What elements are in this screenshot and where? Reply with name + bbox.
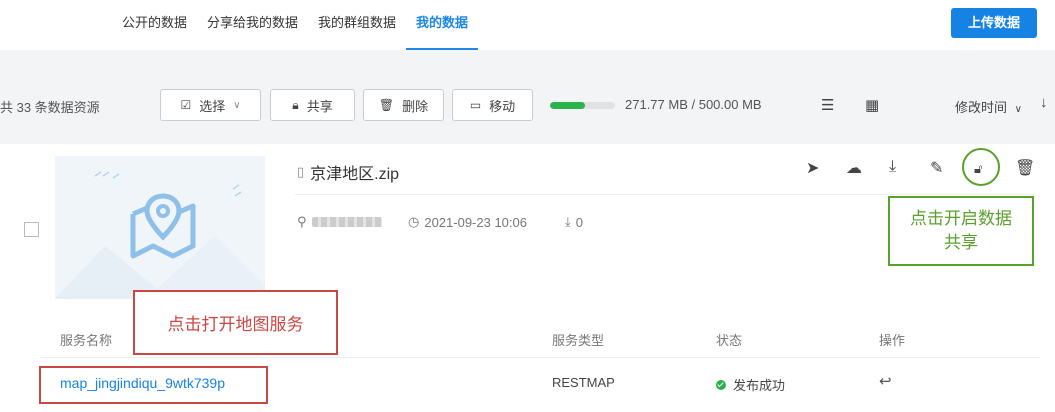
item-checkbox[interactable] bbox=[24, 222, 39, 237]
owner-name-redacted bbox=[311, 217, 382, 227]
storage-usage-text: 271.77 MB / 500.00 MB bbox=[625, 97, 762, 112]
table-divider bbox=[40, 357, 1040, 358]
select-label: 选择 bbox=[199, 98, 226, 114]
delete-button[interactable]: 🗑︎ 删除 bbox=[363, 89, 444, 121]
storage-usage-fill bbox=[550, 102, 586, 109]
open-map-annotation-note: 点击打开地图服务 bbox=[133, 290, 338, 355]
clock-icon: ◷ bbox=[408, 214, 420, 229]
grid-view-icon[interactable]: ▦ bbox=[865, 96, 879, 114]
lock-icon: 🔒︎ bbox=[292, 97, 299, 112]
sort-dropdown[interactable]: 修改时间 ∨ bbox=[955, 97, 1022, 116]
cloud-publish-icon[interactable]: ☁ bbox=[846, 158, 862, 178]
toolbar: 共 33 条数据资源 ☑ 选择 ∨ 🔒︎ 共享 🗑︎ 删除 ▭ 移动 271.7… bbox=[0, 80, 1055, 130]
move-button[interactable]: ▭ 移动 bbox=[452, 89, 533, 121]
share-button[interactable]: 🔒︎ 共享 bbox=[270, 89, 355, 121]
top-navigation-bar: 公开的数据 分享给我的数据 我的群组数据 我的数据 上传数据 bbox=[0, 0, 1055, 50]
trash-icon[interactable]: 🗑︎ bbox=[1015, 158, 1035, 178]
share-label: 共享 bbox=[306, 98, 333, 114]
edit-icon[interactable]: ✎ bbox=[930, 158, 943, 178]
download-count-icon: ⤓ bbox=[565, 214, 571, 229]
file-icon: ▯ bbox=[297, 164, 305, 179]
service-link-highlight bbox=[39, 366, 268, 404]
column-header-service-type: 服务类型 bbox=[552, 333, 605, 348]
download-count: ⤓ 0 bbox=[565, 214, 583, 230]
status-text: 发布成功 bbox=[733, 378, 786, 393]
send-icon[interactable]: ➤ bbox=[806, 158, 819, 178]
share-icon-highlight bbox=[962, 148, 1000, 186]
share-note-line1: 点击开启数据 bbox=[910, 209, 1012, 228]
tab-shared-with-me[interactable]: 分享给我的数据 bbox=[207, 0, 298, 50]
checkbox-icon: ☑ bbox=[180, 98, 192, 112]
data-tabs: 公开的数据 分享给我的数据 我的群组数据 我的数据 bbox=[122, 0, 479, 50]
list-view-icon[interactable]: ☰ bbox=[821, 96, 834, 114]
success-check-icon bbox=[716, 379, 726, 390]
sort-label: 修改时间 bbox=[955, 100, 1008, 115]
tab-my-data[interactable]: 我的数据 bbox=[406, 0, 479, 50]
chevron-down-icon: ∨ bbox=[1014, 104, 1022, 115]
update-time-text: 2021-09-23 10:06 bbox=[424, 214, 527, 230]
tab-public-data[interactable]: 公开的数据 bbox=[122, 0, 187, 50]
owner-info: ⚲ bbox=[297, 214, 382, 230]
select-dropdown-button[interactable]: ☑ 选择 ∨ bbox=[160, 89, 261, 121]
column-header-service-name: 服务名称 bbox=[60, 333, 113, 348]
file-title[interactable]: ▯ 京津地区.zip bbox=[297, 160, 399, 184]
resource-count: 共 33 条数据资源 bbox=[0, 100, 100, 115]
map-placeholder-icon bbox=[55, 171, 265, 299]
user-icon: ⚲ bbox=[297, 214, 307, 229]
folder-move-icon: ▭ bbox=[469, 98, 482, 112]
download-count-text: 0 bbox=[575, 214, 583, 230]
file-name-text: 京津地区.zip bbox=[310, 166, 400, 183]
delete-label: 删除 bbox=[402, 98, 429, 114]
share-annotation-note: 点击开启数据 共享 bbox=[888, 196, 1034, 266]
sort-order-arrow-icon[interactable]: ↓ bbox=[1040, 94, 1048, 111]
move-label: 移动 bbox=[489, 98, 516, 114]
data-item-card: ▯ 京津地区.zip ➤ ☁ ⤓ ✎ 🔓︎ 🗑︎ ⚲ ◷ 2021-09-23 … bbox=[0, 144, 1055, 412]
divider bbox=[295, 194, 1035, 195]
upload-data-button[interactable]: 上传数据 bbox=[951, 8, 1037, 38]
column-header-status: 状态 bbox=[716, 333, 743, 348]
undo-publish-icon[interactable]: ↩ bbox=[879, 372, 892, 390]
download-icon[interactable]: ⤓ bbox=[889, 158, 896, 176]
share-note-line2: 共享 bbox=[944, 233, 978, 252]
map-thumbnail bbox=[55, 156, 265, 299]
service-status-cell: 发布成功 bbox=[716, 375, 785, 394]
storage-usage-bar bbox=[550, 102, 615, 109]
trash-icon: 🗑︎ bbox=[378, 98, 395, 112]
column-header-operations: 操作 bbox=[879, 333, 906, 348]
tab-group-data[interactable]: 我的群组数据 bbox=[318, 0, 396, 50]
update-time: ◷ 2021-09-23 10:06 bbox=[408, 214, 527, 230]
chevron-down-icon: ∨ bbox=[233, 99, 241, 111]
service-type-cell: RESTMAP bbox=[552, 375, 615, 390]
